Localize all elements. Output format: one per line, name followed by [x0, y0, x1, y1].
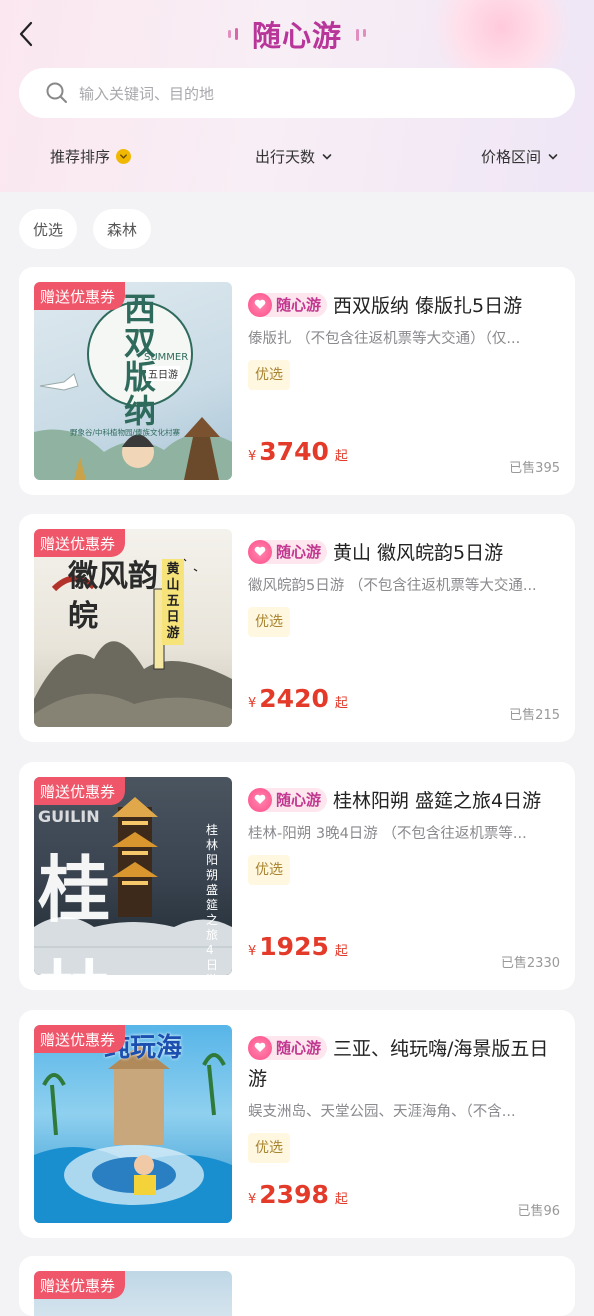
product-title-text: 西双版纳 傣版扎5日游: [333, 295, 523, 317]
product-description: 傣版扎 （不包含往返机票等大交通）（仅...: [248, 331, 521, 347]
brand-badge: 随心游: [248, 1035, 328, 1060]
product-thumbnail: 徽风韵皖 黄山五日游 赠送优惠券: [34, 529, 232, 727]
title-decoration-right: [356, 27, 366, 41]
heart-icon: [248, 787, 272, 812]
price-amount: 1925: [259, 932, 329, 961]
brand-label: 随心游: [276, 1038, 322, 1057]
product-thumbnail: 纯玩海 赠送优惠券: [34, 1025, 232, 1223]
product-title: 随心游 三亚、纯玩嗨/海景版五日游: [248, 1034, 561, 1094]
sold-count: 已售215: [509, 708, 560, 723]
product-card[interactable]: 纯玩海 赠送优惠券 随心游 三亚、纯玩嗨/海景版五日游 蜈支洲岛、天堂公园、天涯…: [19, 1010, 575, 1238]
brand-label: 随心游: [276, 295, 322, 314]
thumbnail-en: GUILIN: [38, 807, 100, 826]
price-amount: 2420: [259, 684, 329, 713]
price-amount: 2398: [259, 1180, 329, 1209]
product-info: 随心游 三亚、纯玩嗨/海景版五日游 蜈支洲岛、天堂公园、天涯海角、（不含... …: [248, 1034, 561, 1163]
product-description: 桂林-阳朔 3晚4日游 （不包含往返机票等...: [248, 826, 527, 842]
product-card[interactable]: 西双版纳 SUMMER 五日游 野象谷/中科植物园/傣族文化村寨 赠送优惠券 随…: [19, 267, 575, 495]
coupon-ribbon: 赠送优惠券: [34, 282, 126, 310]
sold-count: 已售96: [517, 1204, 560, 1219]
search-bar[interactable]: 输入关键词、目的地: [19, 68, 575, 118]
tag-list: 优选 森林: [19, 209, 152, 249]
currency-symbol: ¥: [248, 944, 257, 959]
thumbnail-title: 徽风韵皖: [68, 559, 158, 634]
heart-icon: [248, 539, 272, 564]
price-suffix: 起: [334, 696, 348, 711]
tag-youxuan[interactable]: 优选: [19, 209, 78, 249]
product-tag: 优选: [248, 607, 290, 637]
heart-icon: [248, 1035, 272, 1060]
product-card[interactable]: 徽风韵皖 黄山五日游 赠送优惠券 随心游 黄山 徽风皖韵5日游 徽风皖韵5日游 …: [19, 514, 575, 742]
price-filter[interactable]: 价格区间: [481, 146, 559, 167]
product-price: ¥ 1925 起: [248, 932, 348, 961]
product-title: 随心游 黄山 徽风皖韵5日游: [248, 538, 561, 568]
currency-symbol: ¥: [248, 696, 257, 711]
sold-count: 已售2330: [500, 956, 560, 971]
brand-badge: 随心游: [248, 539, 328, 564]
product-price: ¥ 2398 起: [248, 1180, 348, 1209]
product-tag: 优选: [248, 360, 290, 390]
product-info: 随心游 黄山 徽风皖韵5日游 徽风皖韵5日游 （不包含往返机票等大交通... 优…: [248, 538, 561, 637]
price-suffix: 起: [334, 944, 348, 959]
product-price: ¥ 3740 起: [248, 437, 348, 466]
thumbnail-sub: 黄山五日游: [162, 559, 184, 645]
chevron-down-icon: [116, 149, 132, 164]
page-title-bar: 随心游: [0, 14, 594, 54]
search-input[interactable]: 输入关键词、目的地: [79, 83, 214, 104]
coupon-ribbon: 赠送优惠券: [34, 529, 126, 557]
brand-label: 随心游: [276, 542, 322, 561]
product-tag: 优选: [248, 1133, 290, 1163]
thumbnail-title: 桂林: [38, 848, 141, 975]
days-filter-label: 出行天数: [255, 148, 316, 166]
product-title: 随心游 西双版纳 傣版扎5日游: [248, 291, 561, 321]
brand-badge: 随心游: [248, 292, 328, 317]
thumbnail-sub: 桂林阳朔盛筵之旅4日游: [206, 823, 219, 975]
product-tag: 优选: [248, 855, 290, 885]
search-icon: [46, 82, 67, 103]
coupon-ribbon: 赠送优惠券: [34, 1025, 126, 1053]
chevron-down-icon: [322, 153, 332, 160]
page-title: 随心游: [251, 19, 342, 53]
currency-symbol: ¥: [248, 449, 257, 464]
product-price: ¥ 2420 起: [248, 684, 348, 713]
product-info: 随心游 桂林阳朔 盛筵之旅4日游 桂林-阳朔 3晚4日游 （不包含往返机票等..…: [248, 786, 561, 885]
thumbnail-sub: 五日游: [146, 366, 180, 381]
tag-senlin[interactable]: 森林: [93, 209, 152, 249]
product-card[interactable]: 赠送优惠券: [19, 1256, 575, 1316]
product-card[interactable]: 桂林 GUILIN 桂林阳朔盛筵之旅4日游 赠送优惠券 随心游 桂林阳朔 盛筵之…: [19, 762, 575, 990]
chevron-down-icon: [548, 153, 558, 160]
product-thumbnail: 西双版纳 SUMMER 五日游 野象谷/中科植物园/傣族文化村寨 赠送优惠券: [34, 282, 232, 480]
title-decoration-left: [227, 28, 238, 40]
sort-filter[interactable]: 推荐排序: [50, 146, 132, 167]
sort-filter-label: 推荐排序: [50, 148, 111, 166]
price-suffix: 起: [334, 1192, 348, 1207]
coupon-ribbon: 赠送优惠券: [34, 1271, 126, 1299]
price-filter-label: 价格区间: [481, 148, 542, 166]
brand-label: 随心游: [276, 790, 322, 809]
brand-badge: 随心游: [248, 787, 328, 812]
product-info: 随心游 西双版纳 傣版扎5日游 傣版扎 （不包含往返机票等大交通）（仅... 优…: [248, 291, 561, 390]
filter-bar: 推荐排序 出行天数 价格区间: [0, 138, 594, 178]
product-title-text: 桂林阳朔 盛筵之旅4日游: [333, 790, 542, 812]
product-description: 徽风皖韵5日游 （不包含往返机票等大交通...: [248, 578, 537, 594]
product-title-text: 黄山 徽风皖韵5日游: [333, 542, 504, 564]
sold-count: 已售395: [509, 461, 560, 476]
currency-symbol: ¥: [248, 1192, 257, 1207]
days-filter[interactable]: 出行天数: [255, 146, 333, 167]
product-title: 随心游 桂林阳朔 盛筵之旅4日游: [248, 786, 561, 816]
product-thumbnail: 桂林 GUILIN 桂林阳朔盛筵之旅4日游 赠送优惠券: [34, 777, 232, 975]
product-thumbnail: 赠送优惠券: [34, 1271, 232, 1316]
coupon-ribbon: 赠送优惠券: [34, 777, 126, 805]
price-amount: 3740: [259, 437, 329, 466]
price-suffix: 起: [334, 449, 348, 464]
thumbnail-caption: 野象谷/中科植物园/傣族文化村寨: [70, 428, 181, 437]
thumbnail-en: SUMMER: [144, 352, 189, 363]
product-description: 蜈支洲岛、天堂公园、天涯海角、（不含...: [248, 1104, 516, 1120]
heart-icon: [248, 292, 272, 317]
